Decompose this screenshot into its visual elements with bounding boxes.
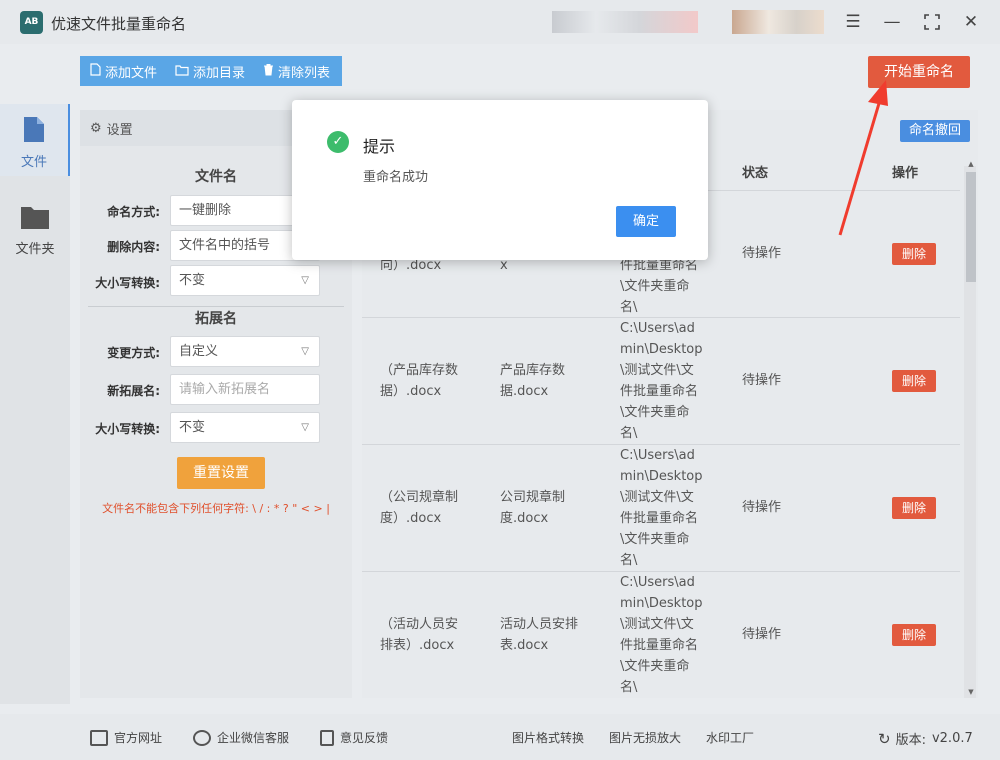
wechat-support-label: 企业微信客服 xyxy=(217,731,290,745)
refresh-icon: ↻ xyxy=(878,729,891,748)
ok-button[interactable]: 确定 xyxy=(616,206,676,237)
feedback-label: 意见反馈 xyxy=(340,731,389,745)
watermark-link[interactable]: 水印工厂 xyxy=(706,729,754,746)
dialog-message: 重命名成功 xyxy=(363,170,429,185)
official-site-label: 官方网址 xyxy=(114,731,163,745)
version-label: 版本: xyxy=(895,733,926,748)
feedback-icon xyxy=(320,729,334,746)
chat-icon xyxy=(193,729,211,746)
version-info[interactable]: ↻ 版本: v2.0.7 xyxy=(878,729,973,749)
check-circle-icon: ✓ xyxy=(327,131,349,153)
success-dialog: ✓ 提示 重命名成功 确定 xyxy=(292,100,708,260)
img-enlarge-link[interactable]: 图片无损放大 xyxy=(609,729,681,746)
version-value: v2.0.7 xyxy=(931,731,973,746)
img-convert-link[interactable]: 图片格式转换 xyxy=(512,729,584,746)
feedback-link[interactable]: 意见反馈 xyxy=(320,729,388,746)
official-site-link[interactable]: 官方网址 xyxy=(90,729,162,746)
web-icon xyxy=(90,729,108,746)
footer-bar: 官方网址 企业微信客服 意见反馈 图片格式转换 图片无损放大 水印工厂 ↻ 版本… xyxy=(0,714,1000,760)
wechat-support-link[interactable]: 企业微信客服 xyxy=(193,729,289,746)
dialog-title: 提示 xyxy=(363,137,396,156)
